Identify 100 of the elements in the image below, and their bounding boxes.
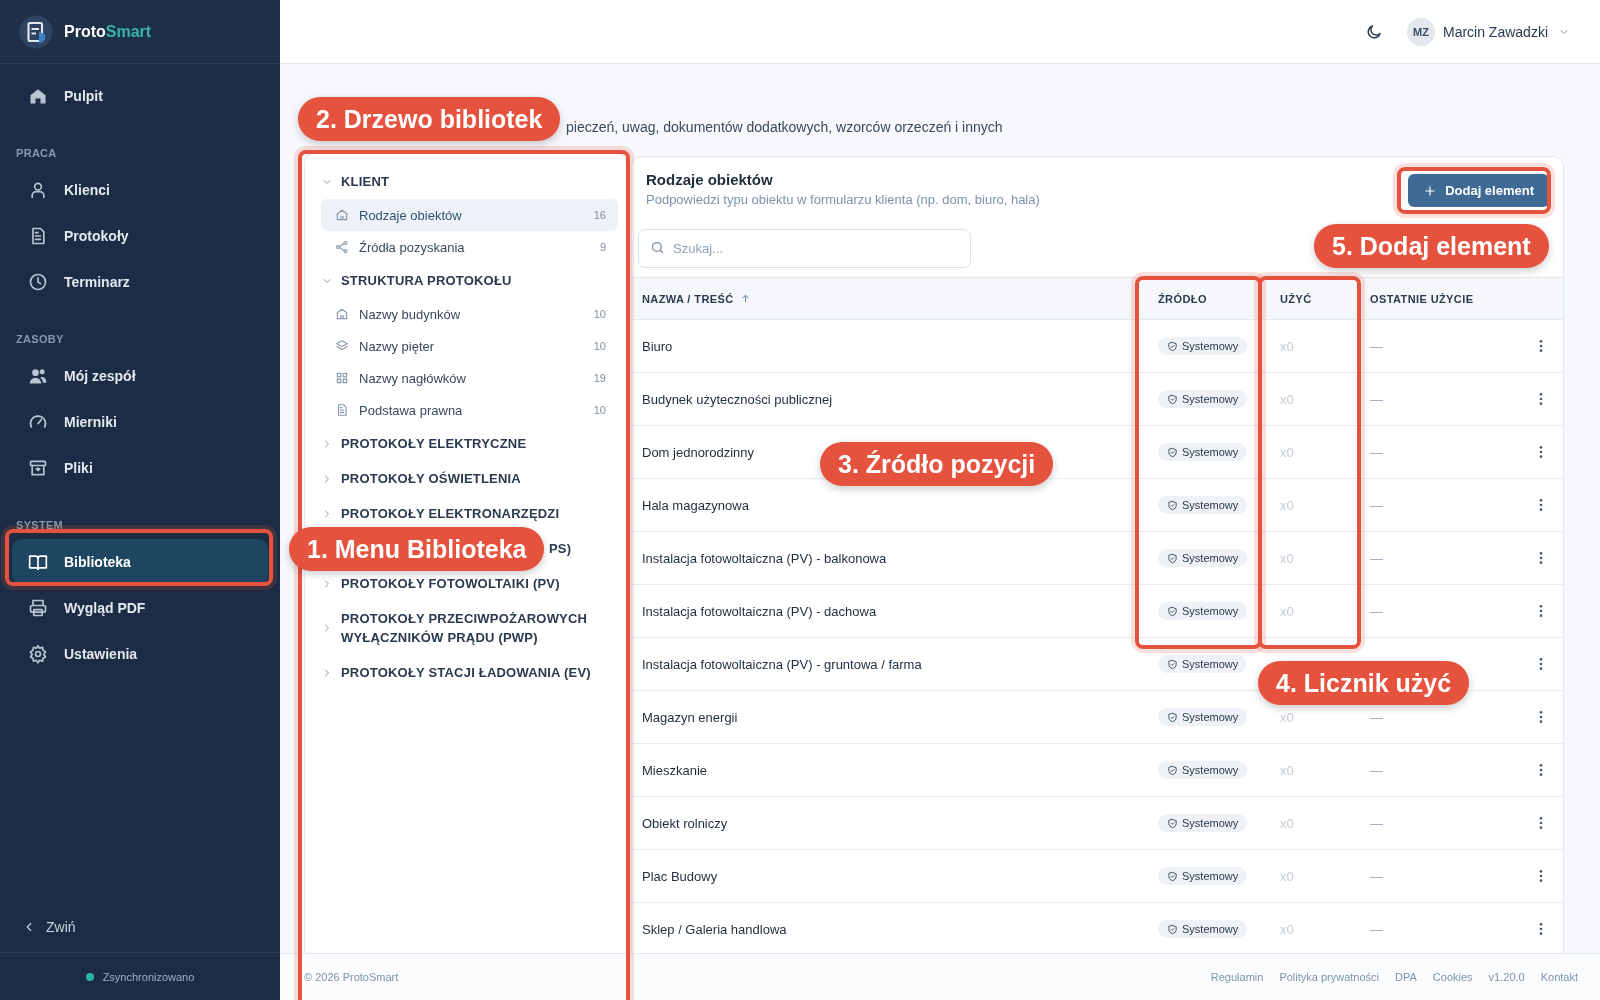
clock-icon	[28, 272, 48, 292]
table-cell: —	[1360, 744, 1508, 797]
nav-section-heading: PRACA	[15, 146, 58, 161]
tree-group[interactable]: PS)	[549, 539, 572, 558]
user-name[interactable]: Marcin Zawadzki	[1442, 23, 1548, 40]
nav-item[interactable]: Pulpit	[12, 73, 268, 119]
plus-icon	[1423, 183, 1438, 198]
shield-icon	[1167, 605, 1178, 617]
shield-icon	[1167, 499, 1178, 511]
column-header[interactable]: NAZWA / TREŚĆ	[632, 277, 1148, 320]
home-icon	[335, 307, 349, 321]
tree-item[interactable]: Nazwy pięter 10	[321, 330, 618, 362]
item-count: 16	[593, 209, 606, 221]
annotation-callout: 1. Menu Biblioteka	[289, 527, 545, 571]
tree-group[interactable]: PROTOKOŁY STACJI ŁADOWANIA (EV)	[317, 663, 618, 682]
tree-group[interactable]: PROTOKOŁY FOTOWOLTAIKI (PV)	[317, 574, 618, 593]
nav-section-heading: SYSTEM	[15, 518, 65, 533]
item-count: 9	[599, 241, 606, 253]
page-description: pieczeń, uwag, dokumentów dodatkowych, wzorców orzeczeń i innych	[566, 118, 1003, 137]
annotation-callout: 3. Źródło pozycji	[820, 442, 1054, 486]
printer-icon	[28, 598, 48, 618]
table-cell: Biuro	[632, 320, 1148, 373]
shield-clipboard-logo	[18, 13, 54, 50]
source-badge: Systemowy	[1158, 602, 1248, 620]
table-cell: —	[1360, 585, 1508, 638]
source-badge: Systemowy	[1158, 761, 1248, 779]
status-dot	[85, 972, 94, 981]
table-cell: x0	[1270, 850, 1360, 903]
source-badge: Systemowy	[1158, 655, 1248, 673]
shield-icon	[1167, 817, 1178, 829]
table-cell: x0	[1270, 320, 1360, 373]
tree-item[interactable]: Nazwy nagłówków 19	[321, 362, 618, 394]
column-header[interactable]: OSTATNIE UŻYCIE	[1360, 277, 1508, 320]
archive-box-icon	[28, 458, 48, 478]
tree-group[interactable]: PROTOKOŁY ELEKTRONARZĘDZI	[317, 504, 618, 523]
table-cell: —	[1360, 320, 1508, 373]
tree-group[interactable]: STRUKTURA PROTOKOŁU	[317, 271, 618, 290]
item-count: 10	[593, 340, 606, 352]
tree-item[interactable]: Nazwy budynków 10	[321, 298, 618, 330]
shield-icon	[1167, 340, 1178, 352]
table-cell: x0	[1270, 426, 1360, 479]
source-badge: Systemowy	[1158, 549, 1248, 567]
source-badge: Systemowy	[1158, 443, 1248, 461]
brand-name: ProtoSmart	[64, 22, 152, 41]
nav-item[interactable]: Klienci	[12, 167, 268, 213]
tree-item[interactable]: Podstawa prawna 10	[321, 394, 618, 426]
source-badge: Systemowy	[1158, 814, 1248, 832]
table-cell: Instalacja fotowoltaiczna (PV) - gruntowa / farma	[632, 638, 1148, 691]
tree-group[interactable]: PROTOKOŁY PRZECIWPOŻAROWYCH WYŁĄCZNIKÓW PRĄDU (PWP)	[317, 609, 618, 647]
home-icon	[335, 208, 349, 222]
table-cell: Mieszkanie	[632, 744, 1148, 797]
source-badge: Systemowy	[1158, 867, 1248, 885]
copyright: © 2026 ProtoSmart	[304, 971, 399, 983]
nav-item[interactable]: Mój zespół	[12, 353, 268, 399]
nav-item[interactable]: Wygląd PDF	[12, 585, 268, 631]
card-title: Rodzaje obiektów	[646, 171, 773, 188]
nav-item[interactable]: Ustawienia	[12, 631, 268, 677]
tree-group[interactable]: KLIENT	[317, 172, 618, 191]
annotation-callout: 2. Drzewo bibliotek	[298, 97, 561, 141]
table-cell: —	[1360, 373, 1508, 426]
item-count: 10	[593, 308, 606, 320]
source-badge: Systemowy	[1158, 496, 1248, 514]
user-avatar[interactable]: MZ	[1406, 17, 1435, 46]
table-cell: —	[1360, 532, 1508, 585]
add-element-button[interactable]: Dodaj element	[1408, 174, 1549, 207]
search-field[interactable]: Szukaj...	[638, 229, 971, 268]
nav-item[interactable]: Pliki	[12, 445, 268, 491]
shield-icon	[1167, 711, 1178, 723]
shield-icon	[1167, 446, 1178, 458]
nav-item[interactable]: Terminarz	[12, 259, 268, 305]
book-icon	[28, 552, 48, 572]
nav-item[interactable]: Biblioteka	[12, 539, 268, 585]
shield-icon	[1167, 658, 1178, 670]
source-badge: Systemowy	[1158, 920, 1248, 938]
table-cell: x0	[1270, 373, 1360, 426]
item-count: 19	[593, 372, 606, 384]
grid-icon	[335, 371, 349, 385]
tree-group[interactable]: PROTOKOŁY ELEKTRYCZNE	[317, 434, 618, 453]
table-cell: x0	[1270, 585, 1360, 638]
collapse-button[interactable]: Zwiń	[0, 902, 280, 952]
shield-icon	[1167, 552, 1178, 564]
source-badge: Systemowy	[1158, 390, 1248, 408]
nav-item[interactable]: Protokoły	[12, 213, 268, 259]
tree-item[interactable]: Rodzaje obiektów 16	[321, 199, 618, 231]
card-subtitle: Podpowiedzi typu obiektu w formularzu klienta (np. dom, biuro, hala)	[646, 192, 1040, 207]
table-cell: Obiekt rolniczy	[632, 797, 1148, 850]
table-cell: Budynek użyteczności publicznej	[632, 373, 1148, 426]
layers-icon	[335, 339, 349, 353]
annotation-callout: 4. Licznik użyć	[1258, 661, 1470, 705]
table-cell: —	[1360, 850, 1508, 903]
tree-item[interactable]: Źródła pozyskania 9	[321, 231, 618, 263]
user-icon	[28, 180, 48, 200]
nav-item[interactable]: Mierniki	[12, 399, 268, 445]
table-cell: —	[1360, 797, 1508, 850]
table-cell: Magazyn energii	[632, 691, 1148, 744]
sync-status: Zsynchronizowano	[102, 970, 195, 983]
table-cell: x0	[1270, 797, 1360, 850]
table-cell: x0	[1270, 479, 1360, 532]
people-icon	[28, 366, 48, 386]
tree-group[interactable]: PROTOKOŁY OŚWIETLENIA	[317, 469, 618, 488]
